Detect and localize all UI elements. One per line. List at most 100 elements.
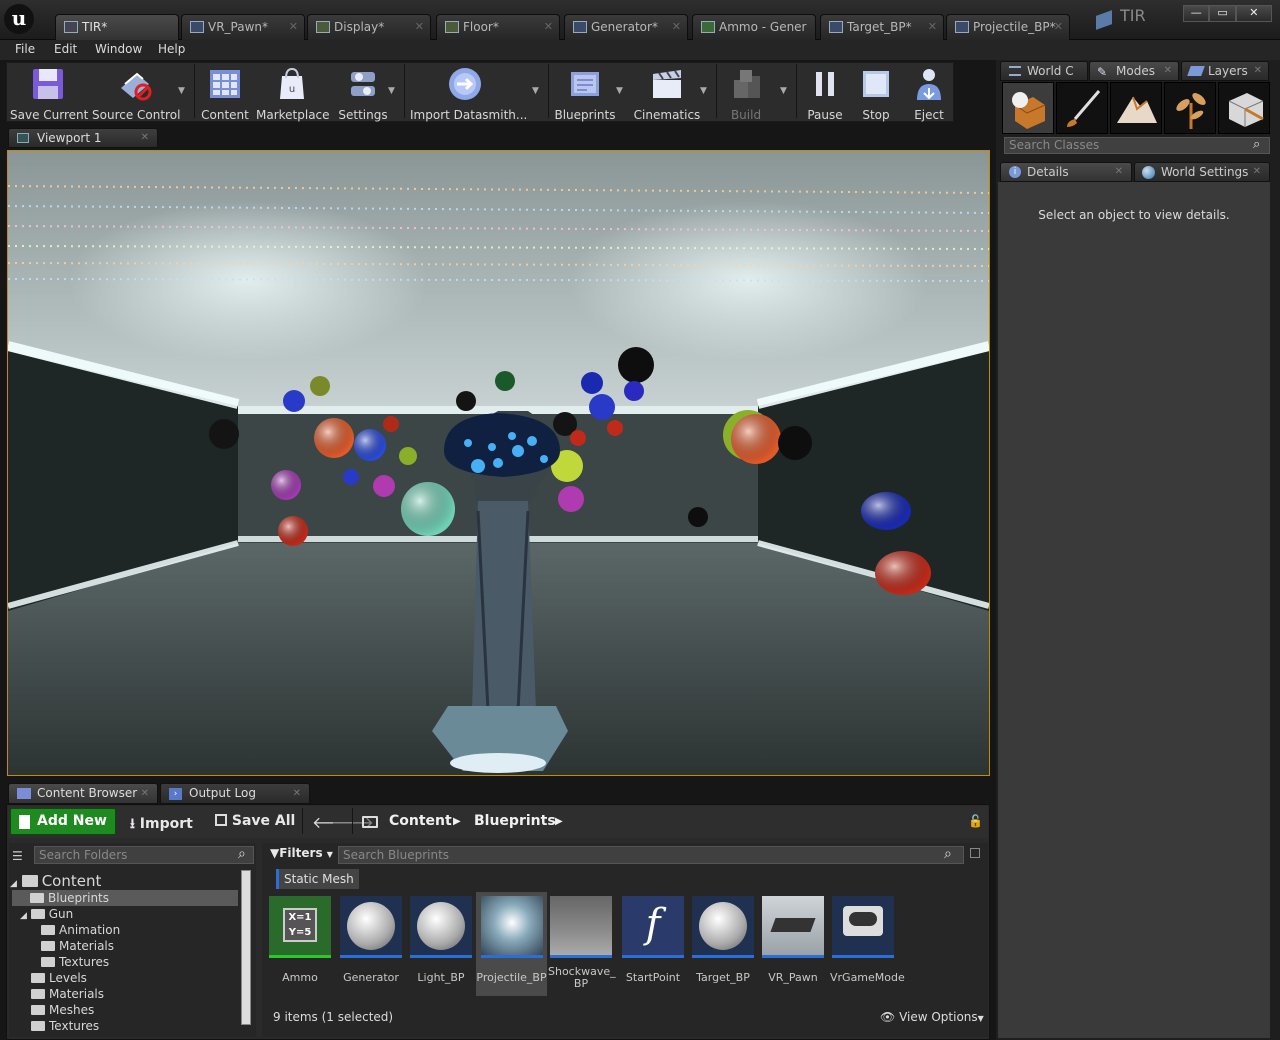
datasmith-dropdown-icon[interactable]: ▼ bbox=[532, 86, 539, 96]
asset-projectile-bp[interactable]: Projectile_BP bbox=[476, 892, 547, 996]
eject-button[interactable]: Eject bbox=[904, 62, 954, 122]
close-window-button[interactable]: ✕ bbox=[1235, 5, 1272, 22]
tree-node-materials[interactable]: Materials bbox=[31, 987, 104, 1001]
search-folders-input[interactable]: Search Folders bbox=[34, 846, 254, 864]
tab-floor[interactable]: Floor* ✕ bbox=[436, 14, 560, 40]
close-icon[interactable]: ✕ bbox=[1254, 62, 1262, 80]
tree-node-blueprints[interactable]: Blueprints bbox=[12, 890, 238, 906]
pause-icon bbox=[816, 72, 834, 96]
tree-node-meshes[interactable]: Meshes bbox=[31, 1003, 94, 1017]
tree-node-gun-materials[interactable]: Materials bbox=[41, 939, 114, 953]
tab-layers[interactable]: Layers ✕ bbox=[1181, 61, 1269, 81]
close-icon[interactable]: ✕ bbox=[141, 784, 149, 803]
asset-ammo[interactable]: X=1 Y=5 Ammo bbox=[267, 896, 333, 984]
breadcrumb-content[interactable]: Content bbox=[389, 813, 452, 829]
blueprints-button[interactable]: Blueprints bbox=[554, 62, 616, 122]
save-all-button[interactable]: Save All bbox=[215, 813, 295, 829]
place-mode-button[interactable] bbox=[1002, 82, 1054, 134]
minimize-button[interactable]: — bbox=[1183, 5, 1210, 22]
blueprints-dropdown-icon[interactable]: ▼ bbox=[616, 86, 623, 96]
tab-vr-pawn[interactable]: VR_Pawn* ✕ bbox=[181, 14, 305, 40]
tree-node-gun[interactable]: ◢ Gun bbox=[20, 907, 73, 921]
tree-node-content[interactable]: ◢ Content bbox=[10, 872, 101, 890]
add-new-button[interactable]: Add New ▼ bbox=[10, 808, 116, 853]
tab-generator[interactable]: Generator* ✕ bbox=[564, 14, 688, 40]
close-icon[interactable]: ✕ bbox=[672, 15, 681, 39]
expand-arrow-icon[interactable]: ◢ bbox=[20, 911, 27, 921]
tree-node-gun-animation[interactable]: Animation bbox=[41, 923, 120, 937]
menu-file[interactable]: File bbox=[15, 42, 35, 56]
landscape-mode-button[interactable] bbox=[1110, 82, 1162, 134]
tab-ammo[interactable]: Ammo - Gener bbox=[692, 14, 816, 40]
save-search-icon[interactable] bbox=[970, 848, 980, 858]
unreal-logo-icon[interactable]: u bbox=[4, 4, 34, 34]
save-current-button[interactable]: Save Current bbox=[10, 62, 88, 122]
close-icon[interactable]: ✕ bbox=[1054, 15, 1063, 39]
close-icon[interactable]: ✕ bbox=[415, 15, 424, 39]
tree-node-levels[interactable]: Levels bbox=[31, 971, 87, 985]
close-icon[interactable]: ✕ bbox=[141, 129, 149, 147]
close-icon[interactable]: ✕ bbox=[928, 15, 937, 39]
asset-shockwave-bp[interactable]: Shockwave_ BP bbox=[548, 896, 616, 990]
tab-output-log[interactable]: › Output Log ✕ bbox=[160, 783, 310, 804]
tab-target-bp[interactable]: Target_BP* ✕ bbox=[820, 14, 944, 40]
source-control-button[interactable]: Source Control bbox=[92, 62, 180, 122]
menu-window[interactable]: Window bbox=[95, 42, 142, 56]
asset-vr-pawn[interactable]: VR_Pawn bbox=[760, 896, 826, 984]
import-button[interactable]: ⭳ Import bbox=[130, 813, 193, 837]
asset-light-bp[interactable]: Light_BP bbox=[408, 896, 474, 984]
source-control-dropdown-icon[interactable]: ▼ bbox=[178, 86, 185, 96]
tab-viewport[interactable]: Viewport 1 ✕ bbox=[8, 128, 158, 148]
paint-mode-button[interactable] bbox=[1056, 82, 1108, 134]
search-blueprints-input[interactable]: Search Blueprints bbox=[338, 846, 964, 864]
settings-button[interactable]: Settings bbox=[334, 62, 392, 122]
tab-tir[interactable]: TIR* bbox=[55, 14, 179, 40]
tab-details[interactable]: i Details ✕ bbox=[1000, 162, 1132, 182]
marketplace-button[interactable]: u Marketplace bbox=[256, 62, 330, 122]
close-icon[interactable]: ✕ bbox=[289, 15, 298, 39]
geometry-mode-button[interactable] bbox=[1218, 82, 1270, 134]
content-button[interactable]: Content bbox=[198, 62, 252, 122]
breadcrumb-separator-icon[interactable]: ▶ bbox=[453, 816, 461, 827]
menu-help[interactable]: Help bbox=[158, 42, 185, 56]
expand-arrow-icon[interactable]: ◢ bbox=[10, 879, 17, 889]
tab-world-outliner[interactable]: World C bbox=[1000, 61, 1088, 81]
search-classes-input[interactable]: Search Classes bbox=[1004, 137, 1270, 154]
level-viewport[interactable] bbox=[7, 150, 990, 776]
asset-target-bp[interactable]: Target_BP bbox=[690, 896, 756, 984]
close-icon[interactable]: ✕ bbox=[1164, 62, 1172, 80]
tab-modes[interactable]: ✎ Modes ✕ bbox=[1089, 61, 1179, 81]
settings-dropdown-icon[interactable]: ▼ bbox=[388, 86, 395, 96]
maximize-button[interactable]: ▭ bbox=[1209, 5, 1236, 22]
tab-projectile-bp[interactable]: Projectile_BP* ✕ bbox=[946, 14, 1070, 40]
tree-node-gun-textures[interactable]: Textures bbox=[41, 955, 109, 969]
build-button[interactable]: Build bbox=[720, 62, 772, 122]
build-dropdown-icon[interactable]: ▼ bbox=[780, 86, 787, 96]
close-icon[interactable]: ✕ bbox=[544, 15, 553, 39]
filters-button[interactable]: ▼Filters ▼ bbox=[270, 846, 333, 860]
cinematics-dropdown-icon[interactable]: ▼ bbox=[700, 86, 707, 96]
tree-view-icon[interactable]: ☰ bbox=[12, 849, 23, 863]
foliage-mode-button[interactable] bbox=[1164, 82, 1216, 134]
tree-scrollbar[interactable] bbox=[241, 870, 251, 1025]
lock-icon[interactable]: 🔓 bbox=[968, 814, 983, 828]
breadcrumb-separator-icon[interactable]: ▶ bbox=[555, 816, 563, 827]
asset-startpoint[interactable]: f StartPoint bbox=[620, 896, 686, 984]
stop-button[interactable]: Stop bbox=[852, 62, 900, 122]
asset-vrgamemode[interactable]: VrGameMode bbox=[830, 896, 905, 984]
breadcrumb-blueprints[interactable]: Blueprints bbox=[474, 813, 556, 829]
tab-world-settings[interactable]: World Settings ✕ bbox=[1134, 162, 1270, 182]
tree-node-textures[interactable]: Textures bbox=[31, 1019, 99, 1033]
cinematics-button[interactable]: Cinematics bbox=[632, 62, 702, 122]
close-icon[interactable]: ✕ bbox=[293, 784, 301, 803]
asset-generator[interactable]: Generator bbox=[338, 896, 404, 984]
tab-display[interactable]: Display* ✕ bbox=[307, 14, 431, 40]
pause-button[interactable]: Pause bbox=[800, 62, 850, 122]
import-datasmith-button[interactable]: Import Datasmith... bbox=[410, 62, 527, 122]
close-icon[interactable]: ✕ bbox=[1253, 163, 1261, 181]
close-icon[interactable]: ✕ bbox=[1115, 163, 1123, 181]
view-options-button[interactable]: 👁 View Options▼ bbox=[880, 1010, 984, 1024]
tab-content-browser[interactable]: Content Browser ✕ bbox=[8, 783, 158, 804]
filter-chip-static-mesh[interactable]: Static Mesh bbox=[276, 869, 359, 889]
menu-edit[interactable]: Edit bbox=[54, 42, 77, 56]
